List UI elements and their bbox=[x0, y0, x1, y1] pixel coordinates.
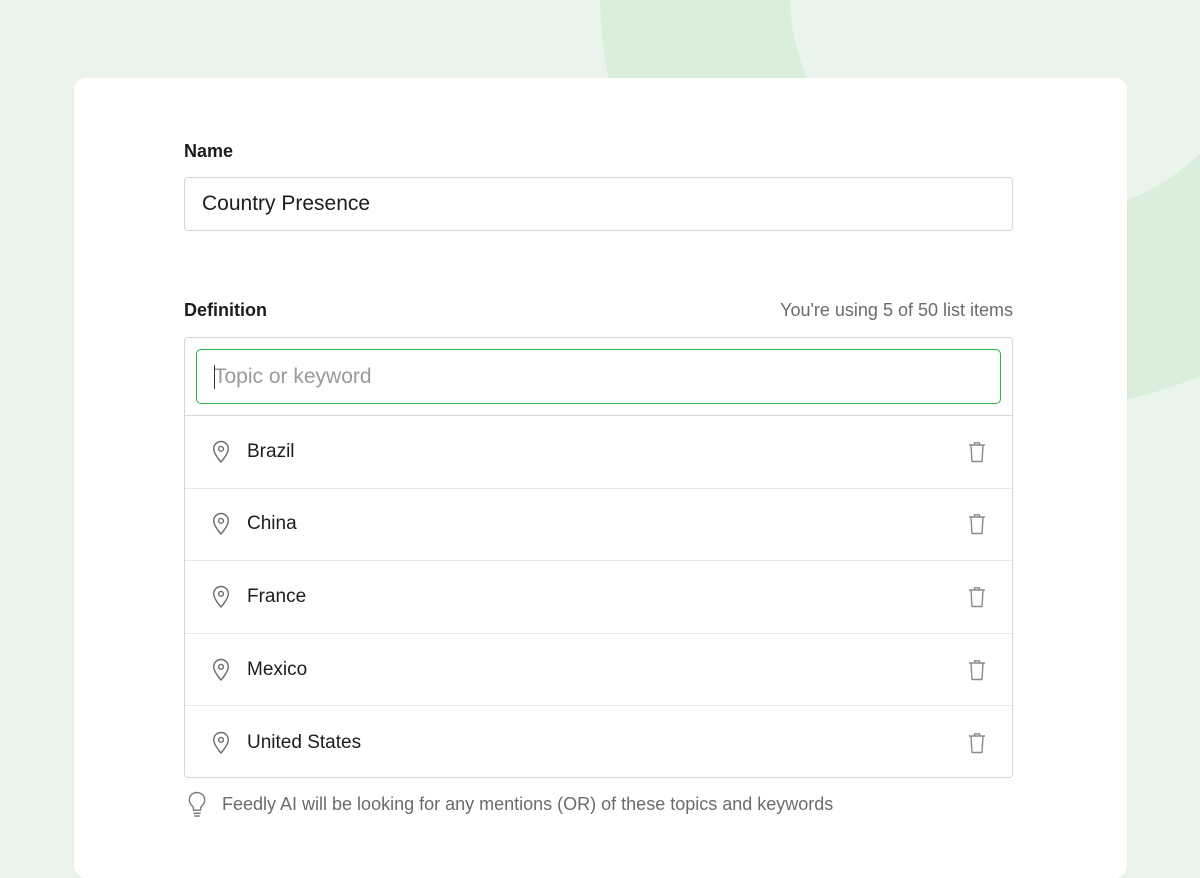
list-item-label: China bbox=[247, 513, 966, 535]
trash-icon[interactable] bbox=[966, 731, 988, 755]
location-pin-icon bbox=[209, 511, 233, 537]
form-card: Name Definition You're using 5 of 50 lis… bbox=[74, 78, 1127, 878]
trash-icon[interactable] bbox=[966, 440, 988, 464]
text-cursor bbox=[214, 365, 215, 389]
trash-icon[interactable] bbox=[966, 658, 988, 682]
definition-list: Brazil China France bbox=[184, 337, 1013, 778]
name-label: Name bbox=[184, 141, 233, 162]
location-pin-icon bbox=[209, 439, 233, 465]
list-item: France bbox=[185, 561, 1012, 634]
list-item: United States bbox=[185, 706, 1012, 779]
trash-icon[interactable] bbox=[966, 512, 988, 536]
lightbulb-icon bbox=[184, 790, 210, 818]
location-pin-icon bbox=[209, 584, 233, 610]
location-pin-icon bbox=[209, 657, 233, 683]
list-item-label: Mexico bbox=[247, 659, 966, 681]
hint: Feedly AI will be looking for any mentio… bbox=[184, 790, 833, 818]
location-pin-icon bbox=[209, 730, 233, 756]
list-item-label: United States bbox=[247, 732, 966, 754]
trash-icon[interactable] bbox=[966, 585, 988, 609]
list-item: Mexico bbox=[185, 634, 1012, 707]
list-item: Brazil bbox=[185, 416, 1012, 489]
name-input[interactable] bbox=[184, 177, 1013, 231]
definition-header: Definition You're using 5 of 50 list ite… bbox=[184, 300, 1013, 321]
list-item-label: France bbox=[247, 586, 966, 608]
list-item: China bbox=[185, 489, 1012, 562]
definition-label: Definition bbox=[184, 300, 267, 321]
hint-text: Feedly AI will be looking for any mentio… bbox=[222, 794, 833, 815]
topic-input-wrapper bbox=[185, 338, 1012, 416]
list-item-label: Brazil bbox=[247, 441, 966, 463]
usage-counter: You're using 5 of 50 list items bbox=[780, 300, 1013, 321]
topic-keyword-input[interactable] bbox=[196, 349, 1001, 404]
